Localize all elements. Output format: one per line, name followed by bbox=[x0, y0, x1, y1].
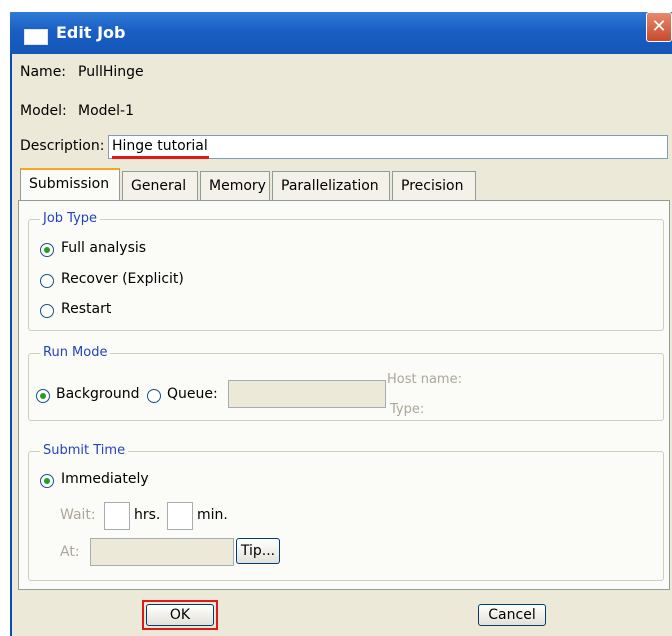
queue-field[interactable] bbox=[228, 380, 386, 408]
tip-button[interactable]: Tip... bbox=[236, 538, 280, 564]
at-time-field[interactable] bbox=[90, 538, 234, 566]
type-label: Type: bbox=[390, 402, 425, 417]
window-icon bbox=[24, 29, 48, 45]
wait-hours-field[interactable] bbox=[104, 502, 130, 530]
submit-time-legend: Submit Time bbox=[40, 443, 129, 458]
title-bar: Edit Job bbox=[10, 12, 672, 54]
queue-label: Queue: bbox=[167, 386, 218, 402]
at-label: At: bbox=[60, 544, 80, 560]
background-label: Background bbox=[56, 386, 140, 402]
tab-submission[interactable]: Submission bbox=[20, 168, 120, 202]
wait-label: Wait: bbox=[60, 507, 96, 523]
cancel-button[interactable]: Cancel bbox=[478, 604, 546, 626]
full-analysis-radio[interactable] bbox=[40, 243, 54, 257]
description-label: Description: bbox=[20, 138, 105, 154]
close-button[interactable]: ✕ bbox=[646, 12, 672, 42]
ok-button-highlight bbox=[142, 600, 218, 630]
wait-minutes-field[interactable] bbox=[167, 502, 193, 530]
host-name-label: Host name: bbox=[387, 372, 462, 387]
tab-general[interactable]: General bbox=[122, 171, 198, 201]
background-radio[interactable] bbox=[36, 389, 50, 403]
job-type-legend: Job Type bbox=[40, 211, 101, 226]
tab-parallelization[interactable]: Parallelization bbox=[272, 171, 390, 201]
recover-explicit-radio[interactable] bbox=[40, 274, 54, 288]
model-label: Model: bbox=[20, 103, 67, 119]
model-value: Model-1 bbox=[78, 103, 134, 119]
immediately-label: Immediately bbox=[61, 471, 149, 487]
window-title: Edit Job bbox=[56, 23, 126, 42]
immediately-radio[interactable] bbox=[40, 474, 54, 488]
restart-radio[interactable] bbox=[40, 304, 54, 318]
hrs-label: hrs. bbox=[134, 507, 161, 523]
queue-radio[interactable] bbox=[147, 389, 161, 403]
tab-precision[interactable]: Precision bbox=[392, 171, 476, 201]
min-label: min. bbox=[197, 507, 228, 523]
name-label: Name: bbox=[20, 64, 67, 80]
description-highlight bbox=[112, 156, 209, 159]
tab-memory[interactable]: Memory bbox=[200, 171, 270, 201]
name-value: PullHinge bbox=[78, 64, 144, 80]
run-mode-legend: Run Mode bbox=[40, 345, 111, 360]
restart-label: Restart bbox=[61, 301, 112, 317]
recover-explicit-label: Recover (Explicit) bbox=[61, 271, 184, 287]
full-analysis-label: Full analysis bbox=[61, 240, 147, 256]
